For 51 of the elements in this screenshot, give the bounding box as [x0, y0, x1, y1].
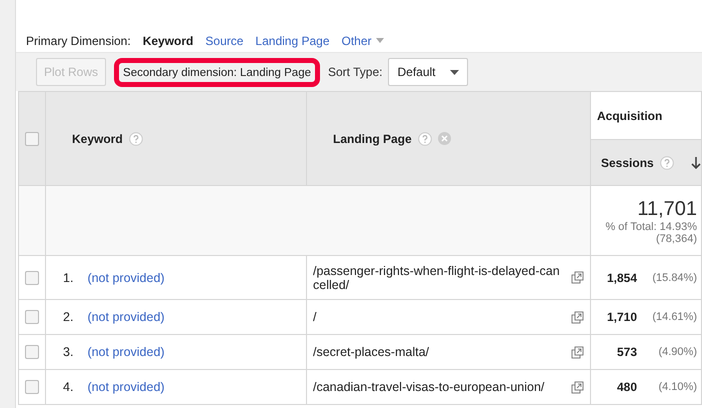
column-header[interactable]: Sessions [601, 156, 654, 170]
sessions-value: 1,710 [606, 310, 637, 324]
column-header[interactable]: Landing Page [333, 132, 412, 146]
keyword-link[interactable]: (not provided) [87, 380, 165, 394]
total-value: (78,364) [655, 233, 697, 245]
secondary-dimension-dropdown[interactable]: Secondary dimension: Landing Page [123, 66, 311, 80]
keyword-link[interactable]: (not provided) [87, 310, 165, 324]
sessions-percent: (4.90%) [657, 346, 697, 358]
landing-page-cell-text: / [313, 310, 318, 324]
sessions-value: 1,854 [606, 270, 637, 284]
dimension-option[interactable]: Source [205, 34, 244, 48]
landing-page-cell-text: /secret-places-malta/ [313, 345, 430, 359]
sort-arrow-icon[interactable] [691, 156, 701, 168]
open-page-icon[interactable] [571, 380, 584, 394]
checkbox[interactable] [25, 132, 39, 146]
row-index: 1. [63, 270, 74, 284]
row-index: 3. [63, 345, 74, 359]
caret-icon [450, 70, 459, 74]
total-sessions: 11,701 [636, 198, 697, 221]
row-index: 2. [63, 310, 74, 324]
help-icon[interactable] [660, 156, 674, 170]
caret-icon [376, 38, 384, 43]
sessions-percent: (15.84%) [651, 272, 697, 284]
sessions-percent: (4.10%) [657, 381, 697, 393]
landing-page-cell-text: /canadian-travel-visas-to-european-union/ [313, 380, 546, 394]
landing-page-cell-text: /passenger-rights-when-flight-is-delayed-cancelled/ [313, 264, 561, 292]
dimension-option[interactable]: Other [342, 34, 384, 48]
sessions-percent: (14.61%) [651, 311, 697, 323]
checkbox[interactable] [25, 345, 39, 359]
sort-type-label: Sort Type: [328, 65, 382, 79]
keyword-link[interactable]: (not provided) [87, 270, 165, 284]
column-header[interactable]: Keyword [72, 132, 123, 146]
keyword-link[interactable]: (not provided) [87, 345, 165, 359]
open-page-icon[interactable] [571, 271, 584, 284]
primary-dimension-label: Primary Dimension: [26, 34, 131, 48]
remove-icon[interactable] [438, 132, 451, 145]
sessions-value: 573 [616, 345, 637, 359]
dimension-option[interactable]: Landing Page [255, 34, 330, 48]
checkbox[interactable] [25, 310, 39, 324]
open-page-icon[interactable] [571, 310, 584, 324]
sort-type-dropdown[interactable]: Default [388, 58, 468, 86]
sessions-value: 480 [616, 380, 637, 394]
column-group-header: Acquisition [597, 108, 662, 122]
help-icon[interactable] [418, 132, 432, 146]
checkbox[interactable] [25, 270, 39, 284]
row-index: 4. [63, 380, 74, 394]
percent-of-total: % of Total: 14.93% [604, 221, 697, 233]
open-page-icon[interactable] [571, 346, 584, 358]
checkbox[interactable] [25, 380, 39, 394]
dimension-option[interactable]: Keyword [142, 34, 194, 48]
help-icon[interactable] [128, 132, 143, 146]
